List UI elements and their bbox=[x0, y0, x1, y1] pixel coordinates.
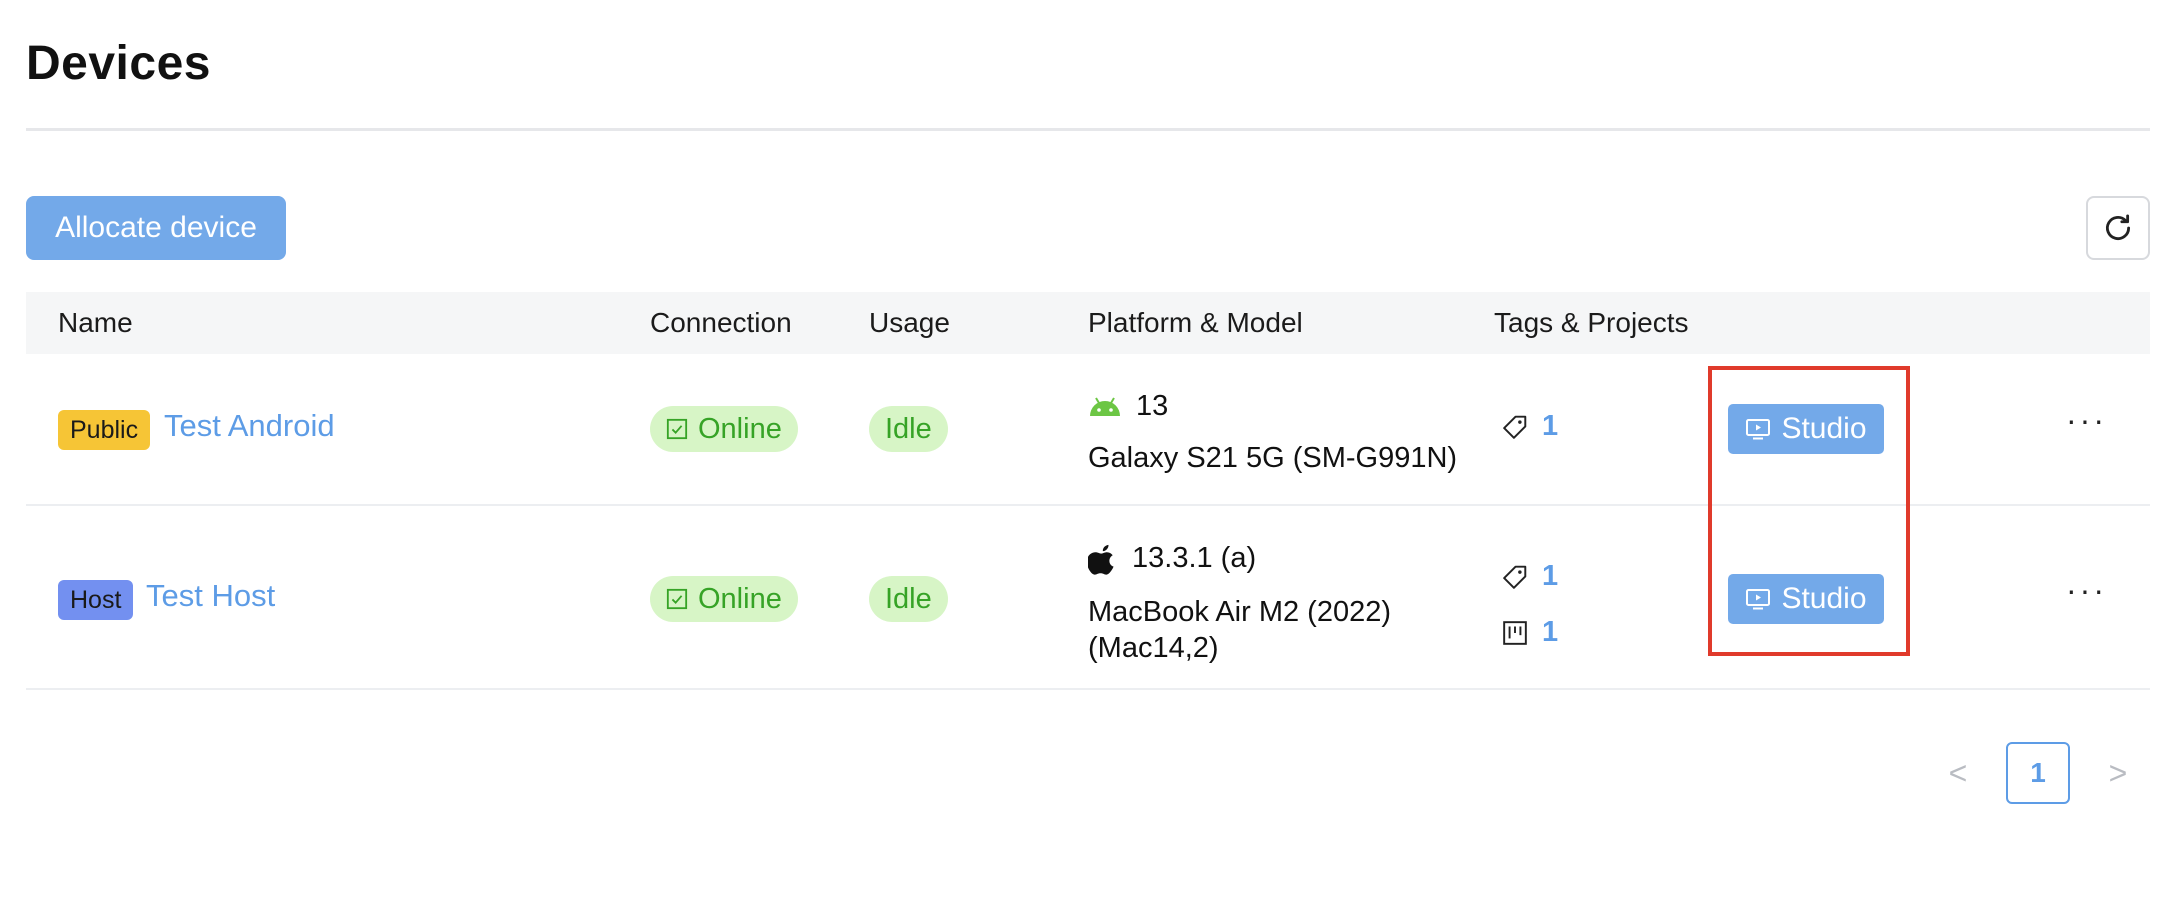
header-connection[interactable]: Connection bbox=[650, 292, 792, 354]
tags-count-value: 1 bbox=[1542, 560, 1559, 592]
platform-version: 13.3.1 (a) bbox=[1088, 542, 1256, 575]
usage-label: Idle bbox=[885, 413, 932, 445]
header-tags-projects[interactable]: Tags & Projects bbox=[1494, 292, 1689, 354]
refresh-icon bbox=[2106, 214, 2131, 241]
header-platform-model[interactable]: Platform & Model bbox=[1088, 292, 1303, 354]
tags-count[interactable]: 1 bbox=[1502, 410, 1558, 443]
usage-label: Idle bbox=[885, 583, 932, 615]
apple-icon bbox=[1088, 544, 1114, 575]
table-header: Name Connection Usage Platform & Model T… bbox=[26, 292, 2150, 354]
platform-version: 13 bbox=[1088, 390, 1168, 423]
title-divider bbox=[26, 128, 2150, 131]
device-model: MacBook Air M2 (2022) (Mac14,2) bbox=[1088, 596, 1392, 664]
studio-highlight-annotation bbox=[1708, 366, 1910, 656]
allocate-device-button[interactable]: Allocate device bbox=[26, 196, 286, 260]
check-square-icon bbox=[666, 588, 688, 610]
host-badge: Host bbox=[58, 580, 134, 620]
device-model: Galaxy S21 5G (SM-G991N) bbox=[1088, 442, 1458, 474]
next-page-button[interactable]: > bbox=[2098, 742, 2138, 804]
header-usage[interactable]: Usage bbox=[869, 292, 950, 354]
connection-label: Online bbox=[698, 583, 782, 615]
tag-icon bbox=[1503, 415, 1527, 439]
projects-count-value: 1 bbox=[1542, 616, 1559, 648]
prev-page-button[interactable]: < bbox=[1938, 742, 1978, 804]
check-square-icon bbox=[666, 418, 688, 440]
usage-status-badge: Idle bbox=[869, 406, 948, 452]
header-name[interactable]: Name bbox=[58, 292, 133, 354]
android-icon bbox=[1090, 396, 1120, 416]
tags-count[interactable]: 1 bbox=[1502, 560, 1558, 593]
tags-count-value: 1 bbox=[1542, 410, 1559, 442]
device-name-link[interactable]: Test Host bbox=[146, 578, 275, 614]
usage-status-badge: Idle bbox=[869, 576, 948, 622]
more-options-button[interactable]: ··· bbox=[2066, 572, 2107, 609]
connection-status-badge: Online bbox=[650, 406, 798, 452]
os-version: 13 bbox=[1136, 390, 1169, 422]
page-title: Devices bbox=[26, 37, 211, 90]
more-options-button[interactable]: ··· bbox=[2066, 402, 2107, 439]
public-badge: Public bbox=[58, 410, 151, 450]
os-version: 13.3.1 (a) bbox=[1132, 542, 1257, 574]
device-name-link[interactable]: Test Android bbox=[164, 408, 335, 444]
project-board-icon bbox=[1503, 620, 1527, 645]
page-number-button[interactable]: 1 bbox=[2006, 742, 2070, 804]
tag-icon bbox=[1503, 565, 1527, 589]
connection-status-badge: Online bbox=[650, 576, 798, 622]
refresh-button[interactable] bbox=[2086, 196, 2150, 260]
connection-label: Online bbox=[698, 413, 782, 445]
projects-count[interactable]: 1 bbox=[1502, 616, 1558, 649]
